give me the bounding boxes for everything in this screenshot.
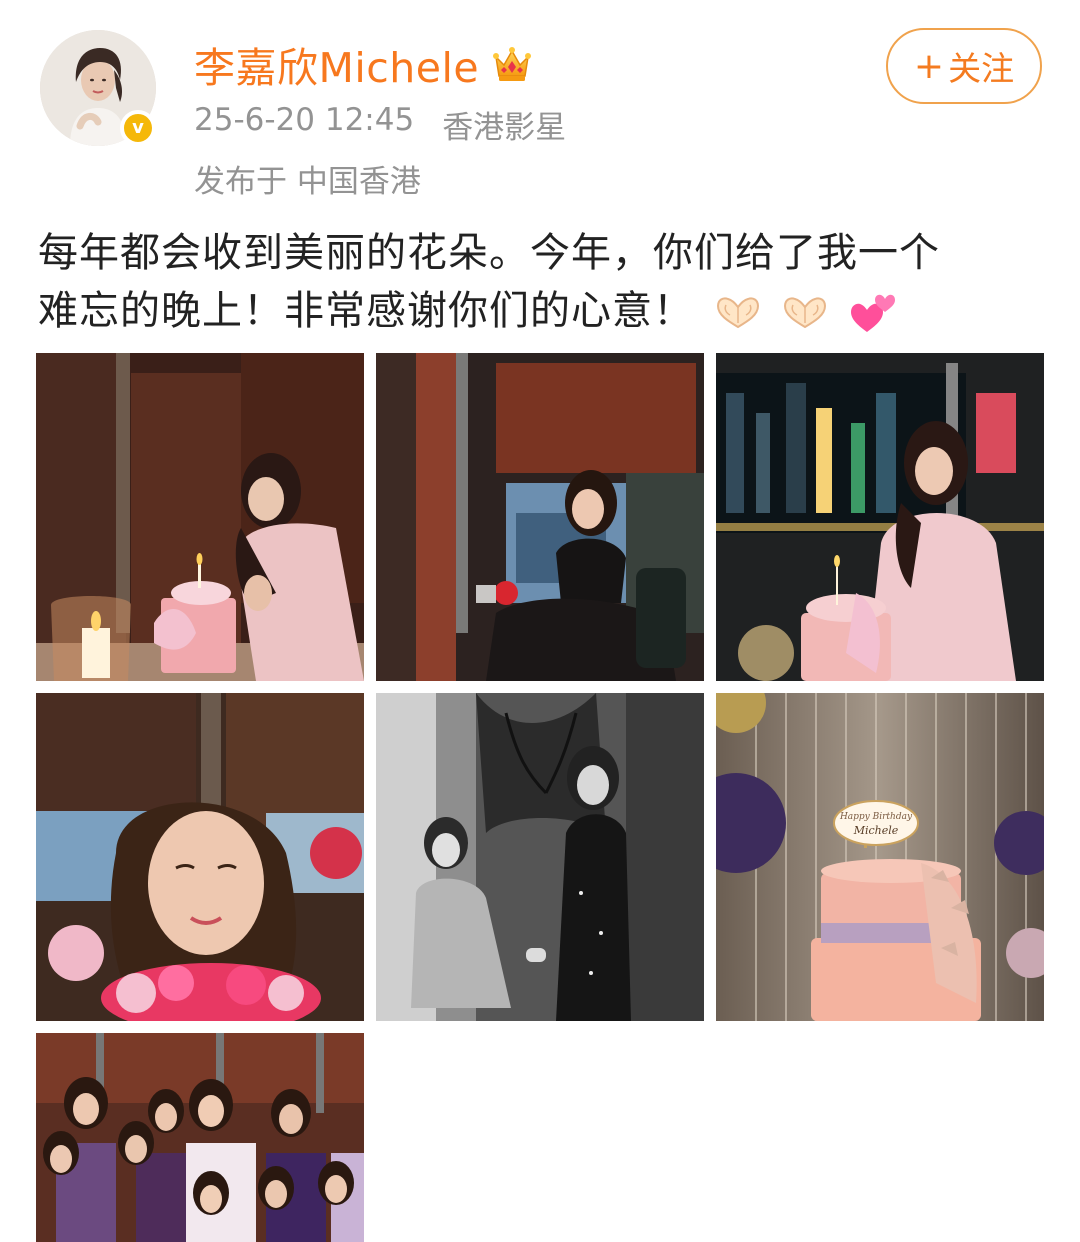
photo-4[interactable] — [36, 693, 364, 1021]
photo-2[interactable] — [376, 353, 704, 681]
post-text-line-2-text: 难忘的晚上！非常感谢你们的心意！ — [38, 288, 694, 334]
cake-topper-text-1: Happy Birthday — [839, 812, 913, 822]
plus-icon: + — [913, 45, 945, 87]
two-hearts-emoji — [851, 294, 896, 332]
post-timestamp: 25-6-20 12:45 — [194, 102, 415, 138]
post-location: 发布于 中国香港 — [194, 164, 421, 200]
follow-label: 关注 — [948, 49, 1015, 88]
heart-hands-emoji — [716, 297, 759, 329]
photo-black-dress-seated — [376, 353, 704, 681]
heart-hands-emoji — [784, 297, 827, 329]
username[interactable]: 李嘉欣Michele — [194, 34, 479, 94]
photo-3[interactable] — [716, 353, 1044, 681]
photo-6[interactable]: Happy Birthday Michele — [716, 693, 1044, 1021]
photo-black-white-with-daughter — [376, 693, 704, 1021]
photo-birthday-cake-tinsel: Happy Birthday Michele — [716, 693, 1044, 1021]
username-row: 李嘉欣Michele — [194, 36, 533, 92]
photo-smelling-roses — [36, 693, 364, 1021]
verified-badge-icon: v — [120, 110, 156, 146]
post-text-line-2: 难忘的晚上！非常感谢你们的心意！ — [38, 282, 1048, 340]
photo-1[interactable] — [36, 353, 364, 681]
photo-7[interactable] — [36, 1033, 364, 1242]
follow-button[interactable]: + 关注 — [886, 28, 1042, 104]
cake-topper-text-2: Michele — [853, 824, 899, 837]
post-text-line-1: 每年都会收到美丽的花朵。今年，你们给了我一个 — [38, 230, 940, 276]
photo-birthday-candle-blow — [36, 353, 364, 681]
post-content: 每年都会收到美丽的花朵。今年，你们给了我一个 难忘的晚上！非常感谢你们的心意！ — [38, 224, 1048, 340]
crown-icon[interactable] — [491, 43, 533, 85]
post-source: 香港影星 — [442, 110, 567, 146]
photo-group-photo — [36, 1033, 364, 1242]
photo-pink-dress-cake-night-view — [716, 353, 1044, 681]
weibo-post: v 李嘉欣Michele 25-6-20 12:45 香港影星 发布于 中国香港 — [0, 0, 1080, 1242]
post-meta: 25-6-20 12:45 香港影星 — [194, 102, 566, 147]
photo-5[interactable] — [376, 693, 704, 1021]
